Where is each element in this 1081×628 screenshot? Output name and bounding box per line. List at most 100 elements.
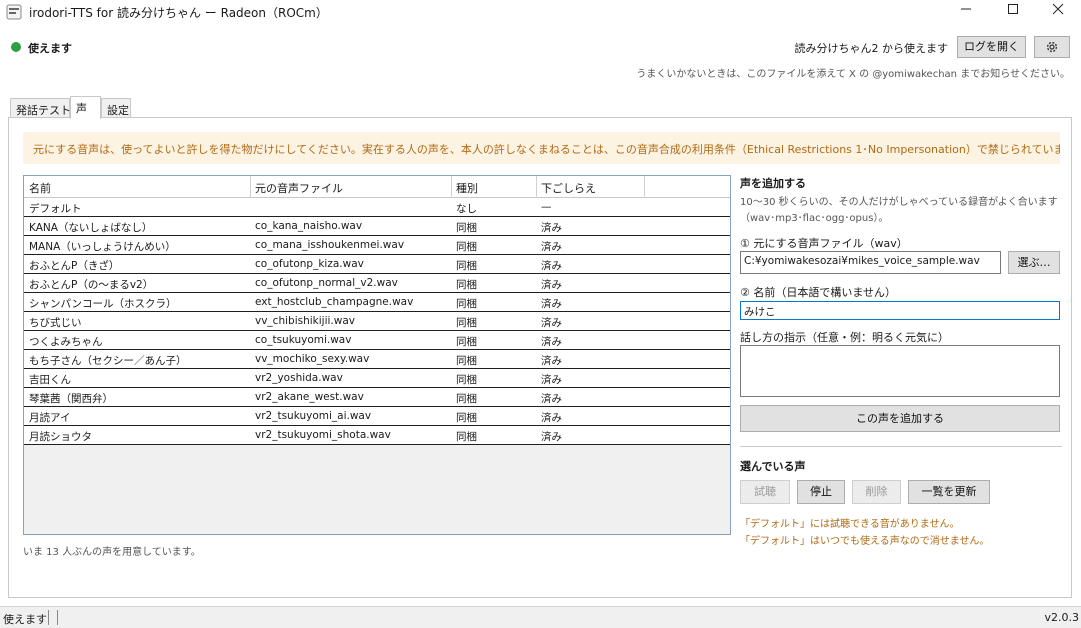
style-instruction-field[interactable]: [740, 345, 1060, 397]
tab-voice[interactable]: 声: [70, 96, 101, 119]
cell-source-file: ext_hostclub_champagne.wav: [255, 296, 414, 308]
warning-banner: 元にする音声は、使ってよいと許しを得た物だけにしてください。実在する人の声を、本…: [23, 132, 1060, 164]
app-icon: [6, 4, 22, 20]
header-prep[interactable]: 下ごしらえ: [541, 180, 596, 196]
header-type[interactable]: 種別: [456, 180, 478, 196]
refresh-list-button[interactable]: 一覧を更新: [908, 480, 990, 504]
cell-source-file: vr2_akane_west.wav: [255, 391, 364, 403]
stop-button[interactable]: 停止: [797, 480, 845, 504]
voice-name-field[interactable]: みけこ: [740, 301, 1060, 320]
cell-type: 同梱: [456, 393, 477, 405]
status-text: 使えます: [28, 42, 72, 55]
add-voice-button[interactable]: この声を追加する: [740, 405, 1060, 432]
cell-name: KANA（ないしょばなし）: [29, 222, 153, 234]
gear-icon: [1046, 41, 1058, 53]
maximize-button[interactable]: [990, 0, 1036, 24]
cell-source-file: co_tsukuyomi.wav: [255, 334, 352, 346]
cell-prep: 済み: [541, 222, 562, 234]
cell-type: 同梱: [456, 431, 477, 443]
table-row[interactable]: 吉田くん vr2_yoshida.wav 同梱 済み: [24, 369, 730, 388]
cell-name: おふとんP（の～まるv2）: [29, 279, 154, 291]
cell-prep: 済み: [541, 260, 562, 272]
table-row[interactable]: 琴葉茜（関西弁） vr2_akane_west.wav 同梱 済み: [24, 388, 730, 407]
cell-source-file: co_mana_isshoukenmei.wav: [255, 239, 405, 251]
cell-source-file: vr2_tsukuyomi_ai.wav: [255, 410, 372, 422]
cell-type: 同梱: [456, 241, 477, 253]
cell-name: MANA（いっしょうけんめい）: [29, 241, 176, 253]
cell-name: 琴葉茜（関西弁）: [29, 393, 113, 405]
report-hint: うまくいかないときは、このファイルを添えて X の @yomiwakechan …: [636, 69, 1070, 80]
name-label: ② 名前（日本語で構いません）: [740, 286, 897, 299]
cell-source-file: vr2_yoshida.wav: [255, 372, 343, 384]
table-row[interactable]: デフォルト なし —: [24, 198, 730, 217]
minimize-button[interactable]: [943, 0, 989, 24]
version-label: v2.0.3: [1044, 611, 1080, 624]
cell-prep: 済み: [541, 336, 562, 348]
cell-name: デフォルト: [29, 203, 82, 215]
settings-button[interactable]: [1034, 36, 1070, 58]
cell-prep: 済み: [541, 355, 562, 367]
open-log-button[interactable]: ログを開く: [957, 36, 1026, 58]
add-voice-note: 10～30 秒くらいの、その人だけがしゃべっている録音がよく合います（wav･m…: [740, 197, 1058, 224]
table-row[interactable]: おふとんP（の～まるv2） co_ofutonp_normal_v2.wav 同梱 済…: [24, 274, 730, 293]
table-row[interactable]: もち子さん（セクシー／あん子） vv_mochiko_sexy.wav 同梱 済み: [24, 350, 730, 369]
window-title: irodori-TTS for 読み分けちゃん ー Radeon（ROCm）: [29, 6, 328, 20]
cell-type: なし: [456, 203, 477, 215]
cell-type: 同梱: [456, 298, 477, 310]
status-bar: 使えます v2.0.3: [0, 606, 1081, 628]
cell-source-file: vr2_tsukuyomi_shota.wav: [255, 429, 391, 441]
cell-name: つくよみちゃん: [29, 336, 103, 348]
close-icon: [1052, 3, 1064, 15]
cell-name: シャンパンコール（ホスクラ）: [29, 298, 177, 310]
header-name[interactable]: 名前: [29, 180, 51, 196]
status-row: 使えます 読み分けちゃん2 から使えます ログを開く: [0, 36, 1081, 60]
cell-prep: 済み: [541, 317, 562, 329]
statusbar-text: 使えます: [3, 613, 47, 626]
cell-name: おふとんP（きざ）: [29, 260, 120, 272]
table-row[interactable]: MANA（いっしょうけんめい） co_mana_isshoukenmei.wav 同…: [24, 236, 730, 255]
table-row[interactable]: ちび式じい vv_chibishikijii.wav 同梱 済み: [24, 312, 730, 331]
file-path-field[interactable]: C:¥yomiwakesozai¥mikes_voice_sample.wav: [740, 251, 1001, 274]
file-label: ① 元にする音声ファイル（wav）: [740, 237, 908, 250]
voice-count: いま 13 人ぶんの声を用意しています。: [23, 547, 201, 558]
close-button[interactable]: [1035, 0, 1081, 24]
table-row[interactable]: 月読ショウタ vr2_tsukuyomi_shota.wav 同梱 済み: [24, 426, 730, 445]
cell-name: もち子さん（セクシー／あん子）: [29, 355, 187, 367]
voice-table[interactable]: 名前 元の音声ファイル 種別 下ごしらえ デフォルト なし — KANA（ないしょばな…: [23, 175, 731, 535]
divider: [740, 446, 1062, 447]
tab-speech-test[interactable]: 発話テスト: [10, 98, 71, 118]
cell-type: 同梱: [456, 279, 477, 291]
table-row[interactable]: シャンパンコール（ホスクラ） ext_hostclub_champagne.wav…: [24, 293, 730, 312]
cell-name: ちび式じい: [29, 317, 82, 329]
preview-button[interactable]: 試聴: [740, 480, 790, 504]
no-preview-note: 「デフォルト」には試聴できる音がありません。: [740, 519, 960, 530]
minimize-icon: [961, 8, 971, 10]
cell-name: 月読アイ: [29, 412, 71, 424]
cell-prep: 済み: [541, 431, 562, 443]
voice-panel: 元にする音声は、使ってよいと許しを得た物だけにしてください。実在する人の声を、本…: [8, 117, 1072, 598]
selected-voice-heading: 選んでいる声: [740, 460, 806, 473]
engine-status: 読み分けちゃん2 から使えます: [794, 42, 949, 55]
cell-type: 同梱: [456, 374, 477, 386]
cell-source-file: vv_mochiko_sexy.wav: [255, 353, 370, 365]
table-header: 名前 元の音声ファイル 種別 下ごしらえ: [24, 176, 730, 198]
cell-source-file: vv_chibishikijii.wav: [255, 315, 355, 327]
header-source-file[interactable]: 元の音声ファイル: [255, 180, 343, 196]
cell-prep: 済み: [541, 241, 562, 253]
table-row[interactable]: 月読アイ vr2_tsukuyomi_ai.wav 同梱 済み: [24, 407, 730, 426]
cell-prep: 済み: [541, 393, 562, 405]
cell-type: 同梱: [456, 222, 477, 234]
status-dot-icon: [11, 42, 21, 52]
table-row[interactable]: おふとんP（きざ） co_ofutonp_kiza.wav 同梱 済み: [24, 255, 730, 274]
cell-name: 月読ショウタ: [29, 431, 92, 443]
cell-type: 同梱: [456, 336, 477, 348]
table-row[interactable]: つくよみちゃん co_tsukuyomi.wav 同梱 済み: [24, 331, 730, 350]
cell-prep: 済み: [541, 279, 562, 291]
cell-prep: 済み: [541, 374, 562, 386]
delete-button[interactable]: 削除: [852, 480, 901, 504]
style-label: 話し方の指示（任意・例：明るく元気に）: [740, 331, 949, 344]
table-row[interactable]: KANA（ないしょばなし） co_kana_naisho.wav 同梱 済み: [24, 217, 730, 236]
tab-settings[interactable]: 設定: [101, 98, 131, 118]
cell-source-file: co_ofutonp_normal_v2.wav: [255, 277, 398, 289]
browse-button[interactable]: 選ぶ…: [1008, 251, 1060, 274]
